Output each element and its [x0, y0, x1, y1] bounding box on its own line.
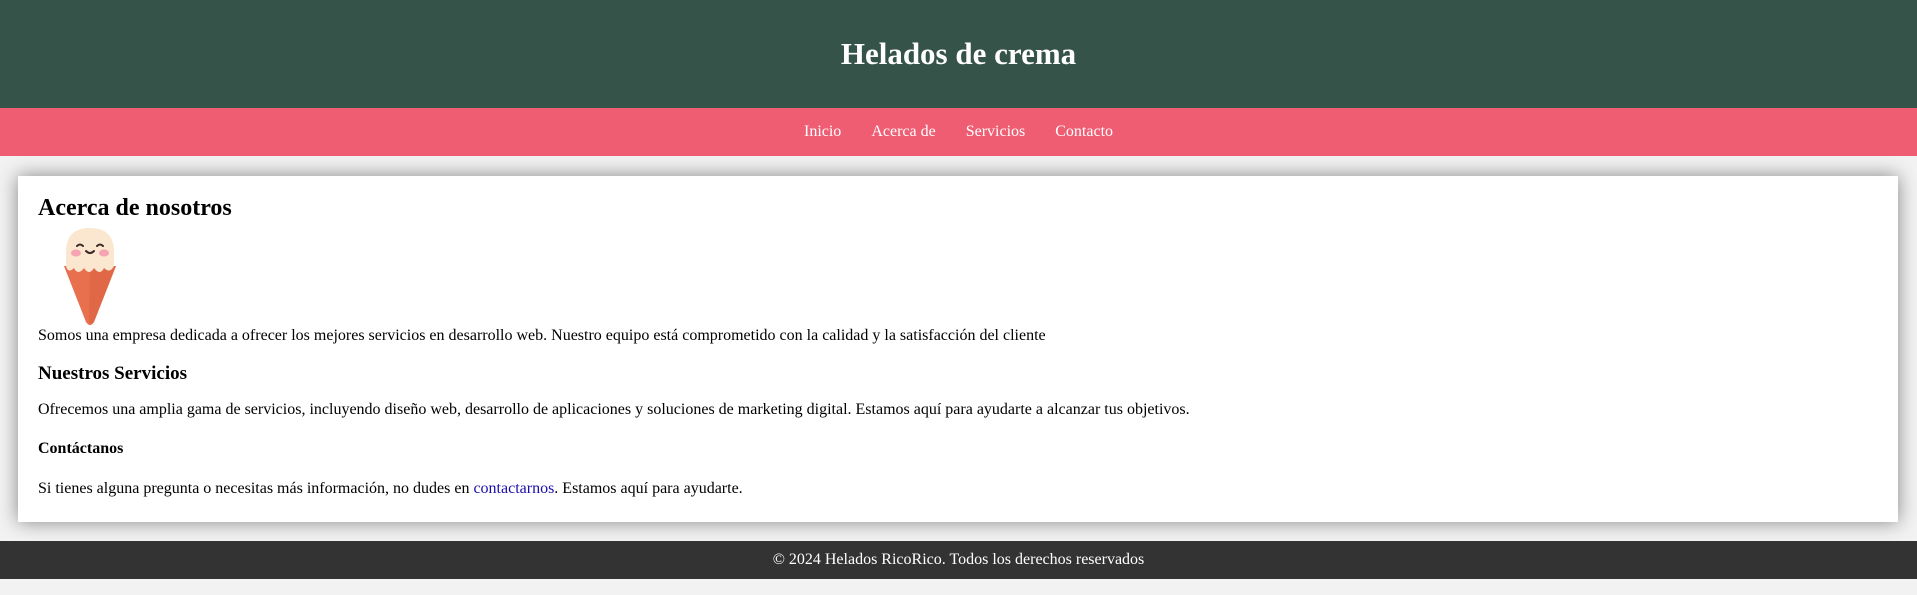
site-footer: © 2024 Helados RicoRico. Todos los derec… [0, 541, 1917, 579]
content-card: Acerca de nosotros Somos una empresa ded… [18, 176, 1898, 522]
contact-text-before: Si tienes alguna pregunta o necesitas má… [38, 480, 474, 497]
contact-text-after: . Estamos aquí para ayudarte. [554, 480, 743, 497]
nav-item-acerca-de[interactable]: Acerca de [871, 123, 935, 141]
nav-item-inicio[interactable]: Inicio [804, 123, 841, 141]
main-nav: Inicio Acerca de Servicios Contacto [0, 108, 1917, 156]
contact-heading: Contáctanos [38, 440, 124, 457]
contact-text: Si tienes alguna pregunta o necesitas má… [38, 479, 1878, 499]
contact-link[interactable]: contactarnos [473, 480, 554, 497]
about-heading: Acerca de nosotros [38, 195, 232, 221]
about-text: Somos una empresa dedicada a ofrecer los… [38, 327, 1046, 344]
nav-item-servicios[interactable]: Servicios [966, 123, 1026, 141]
site-header: Helados de crema [0, 0, 1917, 108]
nav-item-contacto[interactable]: Contacto [1055, 123, 1113, 141]
services-text: Ofrecemos una amplia gama de servicios, … [38, 401, 1190, 418]
ice-cream-cone-icon [56, 222, 126, 326]
footer-text: © 2024 Helados RicoRico. Todos los derec… [772, 551, 1145, 568]
services-heading: Nuestros Servicios [38, 363, 187, 384]
site-title: Helados de crema [840, 36, 1077, 71]
